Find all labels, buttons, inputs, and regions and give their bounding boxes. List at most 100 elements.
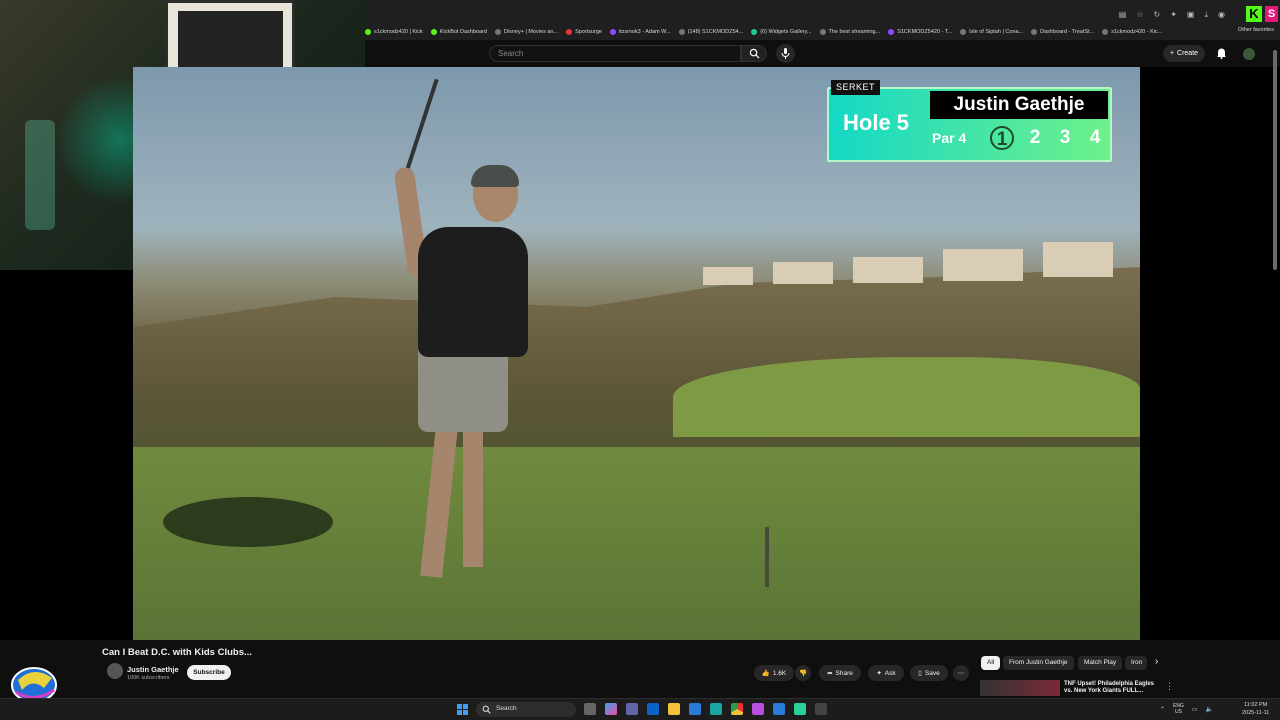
bookmark-item[interactable]: Dashboard - TreatSt... [1031,29,1094,35]
bookmark-label: S1CKMODZ5420 - T... [897,29,953,35]
download-icon[interactable]: ⤓ [1204,10,1208,20]
stroke-number: 2 [1029,127,1041,148]
bookmark-item[interactable]: Isle of Siptah | Cona... [960,29,1023,35]
voice-search-button[interactable] [776,44,795,63]
chip-from-channel[interactable]: From Justin Gaethje [1003,656,1074,670]
taskbar-search[interactable]: Search [476,702,576,717]
share-button[interactable]: ➦ Share [819,665,861,681]
taskbar-apps [584,703,827,715]
save-button[interactable]: ▯ Save [910,665,948,681]
bookmark-label: Disney+ | Movies an... [503,29,559,35]
bookmark-favicon-icon [1102,29,1109,35]
stroke-number: 3 [1059,127,1071,148]
video-houses [703,237,1140,287]
stream-extension-icon[interactable]: S [1265,6,1278,22]
bookmark-item[interactable]: (6) Widgets Gallery... [751,29,812,35]
video-info: Can I Beat D.C. with Kids Clubs... Justi… [0,640,1280,698]
golfer [418,227,528,357]
outlook-icon[interactable] [647,703,659,715]
bookmark-label: The best streaming... [828,29,881,35]
clock-time: 11:02 PM [1244,702,1268,708]
copilot-icon[interactable] [605,703,617,715]
taskbar-clock[interactable]: 11:02 PM 2025-11-11 [1242,701,1269,717]
bookmarks-bar: s1ckmodz420 | Kick KickBot Dashboard Dis… [365,24,1280,40]
chip-match-play[interactable]: Match Play [1078,656,1123,670]
bookmark-item[interactable]: KickBot Dashboard [430,29,487,35]
bookmark-label: (148) S1CKMODZ54... [687,29,744,35]
more-actions-button[interactable]: ⋯ [953,665,969,681]
bookmark-label: KickBot Dashboard [439,29,487,35]
channel-avatar[interactable] [107,663,123,679]
language-indicator[interactable]: ENG US [1173,703,1184,715]
bookmark-label: itzsmok3 - Adam W... [618,29,671,35]
ask-button[interactable]: ✦ Ask [868,665,904,681]
account-avatar[interactable] [1243,48,1255,60]
stroke-number-active: 1 [990,126,1014,150]
ask-label: Ask [884,669,896,677]
video-title[interactable]: Can I Beat D.C. with Kids Clubs... [102,647,252,658]
kick-extension-icon[interactable]: K [1246,6,1262,22]
store-icon[interactable] [689,703,701,715]
bookmark-favicon-icon [365,29,371,35]
like-count: 1.6K [772,669,787,677]
like-button[interactable]: 👍 1.6K [754,665,794,681]
teams-icon[interactable] [626,703,638,715]
volume-icon[interactable]: 🔈 [1206,706,1213,713]
stroke-number: 4 [1089,127,1101,148]
bookmark-item[interactable]: (148) S1CKMODZ54... [678,29,744,35]
refresh-icon[interactable]: ↻ [1154,10,1161,20]
task-view-icon[interactable] [584,703,596,715]
notifications-bell-icon[interactable] [1216,47,1227,59]
search-icon [482,705,491,714]
channel-name[interactable]: Justin Gaethje [127,665,179,674]
bookmark-label: Sportsurge [575,29,602,35]
bookmark-favicon-icon [566,29,573,35]
recommended-title[interactable]: TNF Upset! Philadelphia Eagles vs. New Y… [1064,681,1164,695]
chrome-icon[interactable] [731,703,743,715]
bookmark-favicon-icon [430,29,437,35]
dislike-button[interactable]: 👎 [795,665,811,681]
create-button[interactable]: + Create [1163,45,1205,62]
profile-icon[interactable]: ◉ [1218,10,1225,20]
scoreboard-par: Par 4 [932,130,967,146]
bookmark-item[interactable]: The best streaming... [819,29,881,35]
recommended-menu-icon[interactable]: ⋮ [1165,681,1174,692]
right-letterbox [1140,67,1280,640]
windows-start-icon[interactable] [457,704,468,715]
chip-all[interactable]: All [981,656,1001,670]
bookmark-favicon-icon [494,29,501,35]
search-button[interactable] [741,45,767,62]
obs-icon[interactable] [794,703,806,715]
region-label: US [1174,709,1182,715]
clock-date: 2025-11-11 [1242,710,1270,716]
subscribe-button[interactable]: Subscribe [187,665,231,680]
page-scrollbar[interactable] [1272,40,1278,290]
network-icon[interactable]: ▭ [1192,706,1198,713]
bookmark-item[interactable]: Disney+ | Movies an... [494,29,559,35]
system-tray: ⌃ ENG US ▭ 🔈 [1160,703,1213,715]
search-input[interactable]: Search [489,45,741,62]
left-letterbox [0,270,133,640]
scoreboard-hole: Hole 5 [843,110,910,135]
chip-iron[interactable]: Iron [1125,656,1147,670]
file-explorer-icon[interactable] [668,703,680,715]
app-icon[interactable] [773,703,785,715]
bookmark-item[interactable]: s1ckmodz420 | Kick [365,29,423,35]
reader-icon[interactable]: ▤ [1119,10,1127,20]
kick-icon[interactable] [815,703,827,715]
collections-icon[interactable]: ▣ [1187,10,1195,20]
favorite-star-icon[interactable]: ☆ [1136,10,1143,20]
bookmark-item[interactable]: s1ckmodz420 - Kic... [1102,29,1162,35]
other-favorites[interactable]: Other favorites [1238,27,1274,33]
extensions-icon[interactable]: ✦ [1170,10,1177,20]
bookmark-label: Isle of Siptah | Cona... [969,29,1024,35]
scrollbar-thumb[interactable] [1273,50,1277,270]
messenger-icon[interactable] [752,703,764,715]
edge-icon[interactable] [710,703,722,715]
chevron-right-icon[interactable]: › [1155,656,1158,667]
bookmark-item[interactable]: S1CKMODZ5420 - T... [888,29,952,35]
bookmark-item[interactable]: Sportsurge [566,29,602,35]
recommended-thumbnail[interactable] [980,680,1060,696]
bookmark-item[interactable]: itzsmok3 - Adam W... [609,29,671,35]
tray-chevron-icon[interactable]: ⌃ [1160,706,1165,713]
